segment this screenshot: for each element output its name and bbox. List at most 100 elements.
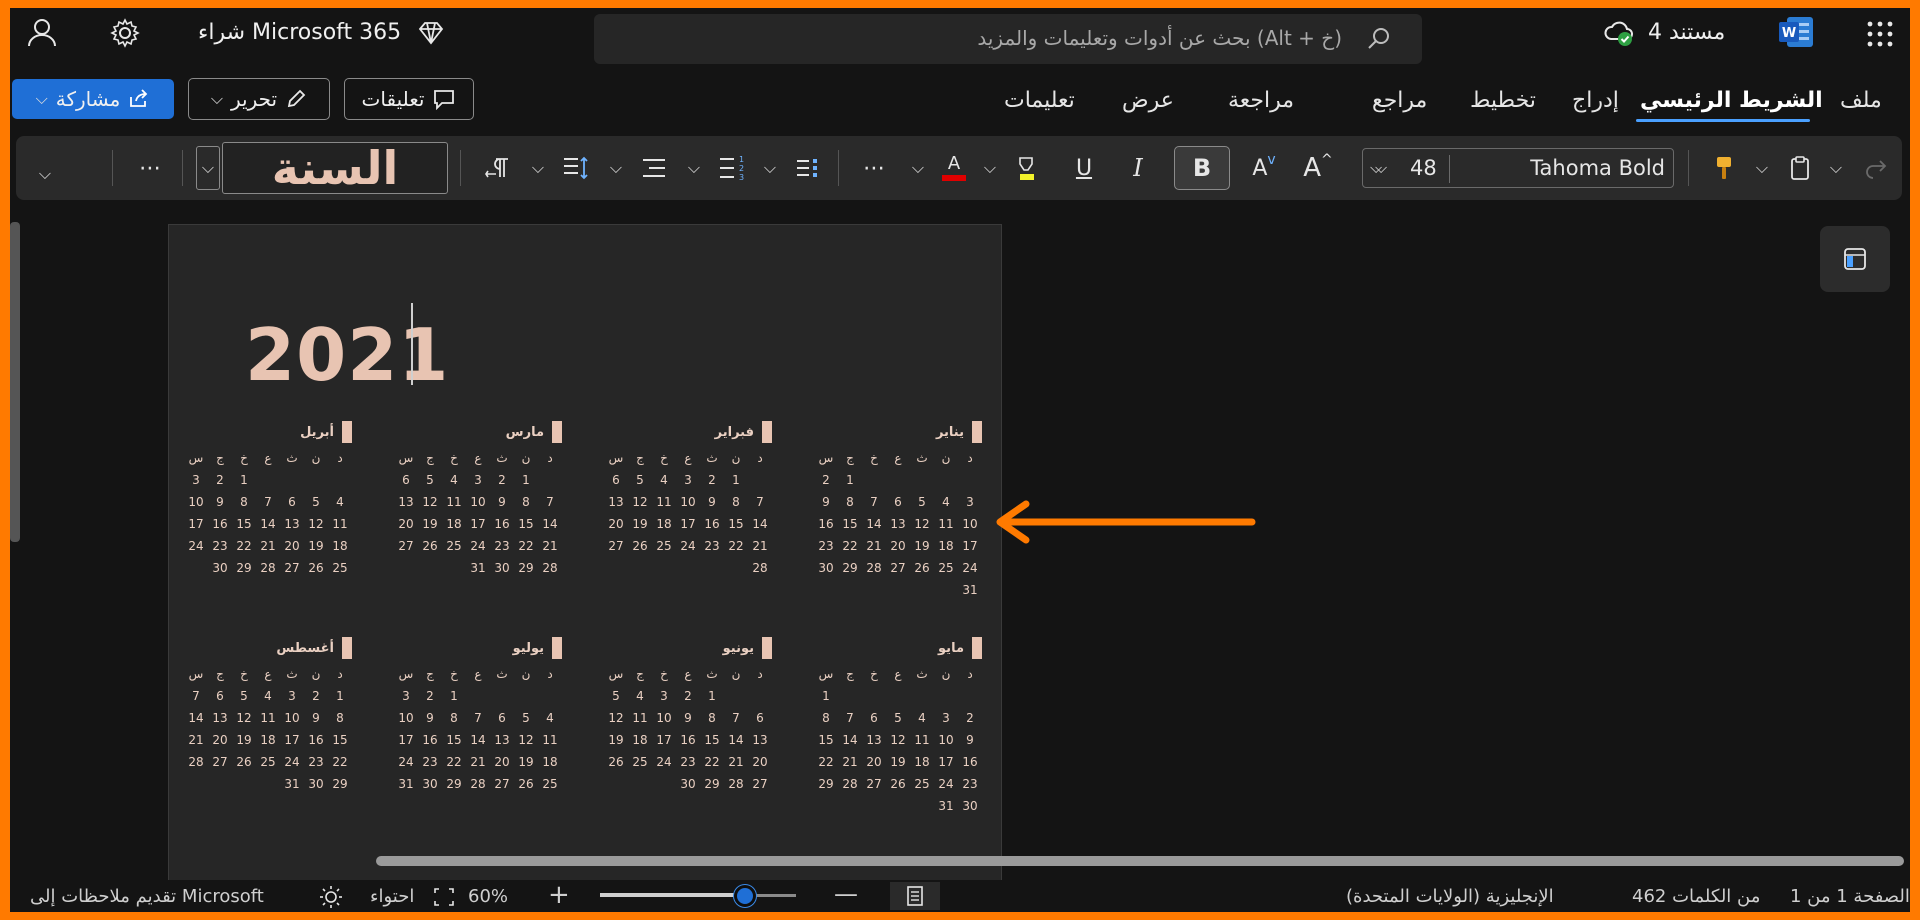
highlight-icon[interactable] (1006, 146, 1046, 190)
day-grid: د ن ث ع خ ج س 1 2 3 4 5 6 7 8 9 10 11 12 13 14 15 16 17 18 19 20 21… (180, 665, 352, 793)
bullets-dropdown-chevron[interactable]: ⌵ (758, 146, 782, 190)
edit-mode-button[interactable]: ⌵ تحرير (188, 78, 330, 120)
italic-button[interactable]: I (1118, 146, 1158, 190)
highlight-dropdown-chevron[interactable]: ⌵ (978, 146, 1002, 190)
person-icon[interactable] (24, 14, 60, 50)
day-cell: 25 (542, 777, 558, 791)
weekday-header: ج (216, 667, 224, 681)
tab-file[interactable]: ملف (1840, 88, 1882, 113)
zoom-slider[interactable] (600, 885, 796, 907)
gear-icon[interactable] (108, 16, 142, 50)
align-icon[interactable] (634, 146, 674, 190)
day-cell: 24 (962, 561, 978, 575)
language-status[interactable]: الإنجليزية (الولايات المتحدة) (1346, 886, 1554, 907)
font-color-label: A (947, 153, 961, 174)
format-painter-dropdown-chevron[interactable]: ⌵ (1750, 146, 1774, 190)
day-grid: د ن ث ع خ ج س 1 2 3 4 5 6 7 8 9 10 11 12 13 14 15 16 17 18 19 20 21… (810, 665, 982, 815)
font-color-button[interactable]: A (934, 146, 974, 190)
ribbon-separator (182, 150, 183, 186)
line-spacing-icon[interactable] (556, 146, 596, 190)
style-preview-label: السنة (271, 141, 399, 195)
day-grid: د ن ث ع خ ج س 1 2 3 4 5 6 7 8 9 10 11 12 13 14 15 16 17 18 19 20 21… (600, 449, 772, 577)
day-cell: 30 (212, 561, 228, 575)
underline-button[interactable]: U (1064, 146, 1104, 190)
zoom-slider-thumb[interactable] (734, 885, 756, 907)
day-cell: 8 (450, 711, 458, 725)
weekday-header: خ (240, 667, 248, 681)
redo-icon[interactable] (1858, 146, 1894, 190)
day-cell: 7 (846, 711, 854, 725)
shrink-font-button[interactable]: Av (1242, 146, 1286, 190)
format-painter-icon[interactable] (1706, 146, 1742, 190)
tab-help[interactable]: تعليمات (1004, 88, 1075, 113)
day-cell: 2 (426, 689, 434, 703)
fit-label[interactable]: احتواء (370, 886, 414, 907)
tab-home[interactable]: الشريط الرئيسي (1640, 88, 1823, 113)
day-cell: 28 (542, 561, 558, 575)
empty-day (886, 471, 910, 489)
day-cell: 22 (818, 755, 834, 769)
document-title[interactable]: مستند 4 (1648, 20, 1725, 45)
day-cell: 12 (308, 517, 324, 531)
styles-dropdown-chevron[interactable]: ⌵ (196, 146, 220, 190)
day-cell: 14 (542, 517, 558, 531)
search-box[interactable]: بحث عن أدوات وتعليمات والمزيد (Alt + خ) (594, 14, 1422, 64)
day-cell: 16 (818, 517, 834, 531)
line-spacing-dropdown-chevron[interactable]: ⌵ (526, 146, 550, 190)
day-cell: 10 (398, 711, 414, 725)
paragraph-direction-icon[interactable] (478, 146, 518, 190)
vertical-scrollbar[interactable] (10, 222, 20, 542)
tab-references[interactable]: مراجع (1372, 88, 1427, 113)
day-cell: 16 (704, 517, 720, 531)
side-panel-icon[interactable] (1820, 226, 1890, 292)
day-cell: 9 (216, 495, 224, 509)
share-button[interactable]: ⌵ مشاركة (12, 79, 174, 119)
day-cell: 30 (308, 777, 324, 791)
buy-microsoft365-link[interactable]: شراء Microsoft 365 (198, 20, 401, 45)
day-cell: 19 (236, 733, 252, 747)
tab-review[interactable]: مراجعة (1228, 88, 1294, 113)
ribbon-separator (838, 150, 839, 186)
year-heading[interactable]: 2021 (245, 313, 449, 397)
fit-icon[interactable] (432, 886, 456, 908)
collapse-ribbon-chevron[interactable]: ⌵ (30, 152, 60, 196)
clipboard-icon[interactable] (1782, 146, 1818, 190)
styles-gallery[interactable]: السنة (222, 142, 448, 194)
font-color-dropdown-chevron[interactable]: ⌵ (906, 146, 930, 190)
horizontal-scrollbar[interactable] (376, 856, 1904, 866)
bullets-icon[interactable] (788, 146, 828, 190)
day-cell: 25 (632, 755, 648, 769)
day-cell: 14 (752, 517, 768, 531)
zoom-level[interactable]: 60% (468, 886, 508, 907)
day-cell: 2 (684, 689, 692, 703)
page-view-icon[interactable] (890, 882, 940, 910)
more-font-options[interactable]: ⋯ (854, 146, 894, 190)
day-cell: 14 (728, 733, 744, 747)
day-cell: 26 (518, 777, 534, 791)
tab-insert[interactable]: إدراج (1572, 88, 1619, 113)
app-launcher-icon[interactable] (1862, 16, 1898, 52)
weekday-header: ن (731, 451, 741, 465)
day-cell: 1 (450, 689, 458, 703)
align-dropdown-chevron[interactable]: ⌵ (604, 146, 628, 190)
tab-layout[interactable]: تخطيط (1470, 88, 1536, 113)
feedback-link[interactable]: تقديم ملاحظات إلى Microsoft (30, 886, 264, 907)
comment-icon (432, 88, 456, 110)
weekday-header: خ (450, 667, 458, 681)
bold-button[interactable]: B (1174, 146, 1230, 190)
comments-button[interactable]: تعليقات (344, 78, 474, 120)
numbering-dropdown-chevron[interactable]: ⌵ (682, 146, 706, 190)
font-size-box[interactable]: 48 ⌵ (1362, 148, 1448, 188)
more-options-label: ⋯ (139, 155, 161, 181)
brightness-icon[interactable] (318, 884, 344, 910)
empty-day (538, 471, 562, 489)
tab-view[interactable]: عرض (1122, 88, 1174, 113)
grow-font-button[interactable]: A ^ (1296, 146, 1340, 190)
numbering-icon[interactable]: 123 (712, 146, 752, 190)
zoom-in-button[interactable]: + (548, 880, 570, 910)
more-options-button[interactable]: ⋯ (128, 146, 172, 190)
paste-dropdown-chevron[interactable]: ⌵ (1824, 146, 1848, 190)
document-page[interactable]: 2021 يناير د ن ث ع خ ج س 1 2 3 4 5 6 7 8 9 10 11 12 13 14 15 16… (168, 224, 1002, 912)
zoom-out-button[interactable]: — (834, 880, 858, 908)
day-cell: 28 (728, 777, 744, 791)
